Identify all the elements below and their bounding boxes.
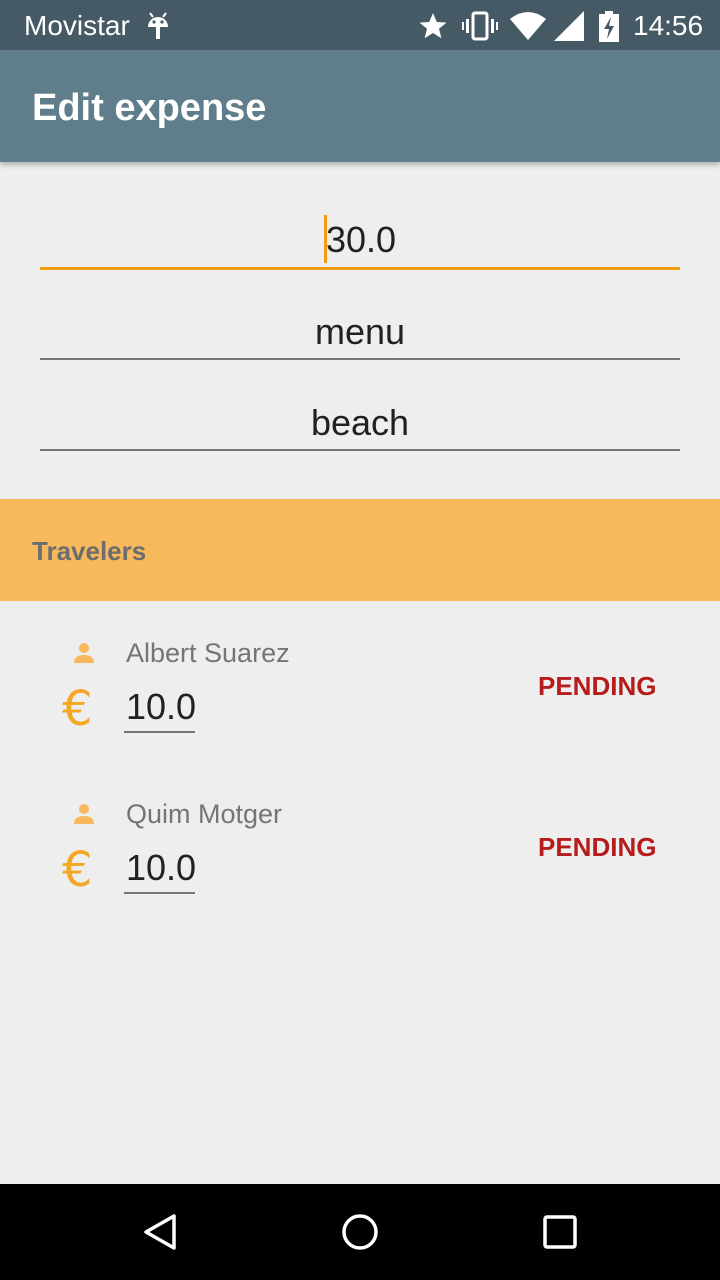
app-bar: Edit expense	[0, 50, 720, 162]
amount-field[interactable]: 30.0	[40, 215, 680, 270]
traveler-row: Albert Suarez € 10.0 PENDING	[0, 638, 720, 781]
description-underline	[40, 358, 680, 360]
home-icon[interactable]	[340, 1212, 380, 1252]
category-underline	[40, 449, 680, 451]
android-icon	[148, 12, 168, 39]
payment-status[interactable]: PENDING	[538, 671, 656, 701]
euro-icon: €	[62, 842, 93, 898]
traveler-name: Albert Suarez	[126, 638, 290, 668]
person-icon	[74, 643, 94, 663]
description-field[interactable]: menu	[40, 310, 680, 360]
share-amount-field[interactable]: 10.0	[124, 685, 196, 733]
wifi-icon	[510, 12, 546, 40]
carrier-name: Movistar	[24, 10, 130, 41]
euro-icon: €	[62, 681, 93, 737]
amount-value[interactable]: 30.0	[40, 215, 680, 264]
clock: 14:56	[633, 10, 704, 41]
payment-status[interactable]: PENDING	[538, 832, 656, 862]
page-title: Edit expense	[32, 87, 267, 129]
navigation-bar	[0, 1184, 720, 1280]
share-amount-value[interactable]: 10.0	[124, 685, 196, 729]
star-icon	[419, 13, 447, 39]
share-amount-field[interactable]: 10.0	[124, 846, 196, 894]
status-bar: Movistar 14:56	[0, 0, 720, 50]
category-field[interactable]: beach	[40, 401, 680, 451]
share-amount-underline	[124, 731, 195, 733]
back-icon[interactable]	[140, 1212, 180, 1252]
person-icon	[74, 804, 94, 824]
battery-charging-icon	[599, 11, 619, 42]
amount-underline	[40, 267, 680, 270]
traveler-name: Quim Motger	[126, 799, 283, 829]
signal-icon	[554, 11, 584, 41]
travelers-title: Travelers	[32, 536, 147, 566]
description-value[interactable]: menu	[40, 310, 680, 354]
vibrate-icon	[462, 11, 498, 41]
share-amount-value[interactable]: 10.0	[124, 846, 196, 890]
recents-icon[interactable]	[540, 1212, 580, 1252]
traveler-row: Quim Motger € 10.0 PENDING	[0, 799, 720, 942]
share-amount-underline	[124, 892, 195, 894]
travelers-header: Travelers	[0, 499, 720, 601]
amount-text: 30.0	[325, 219, 397, 260]
category-value[interactable]: beach	[40, 401, 680, 445]
